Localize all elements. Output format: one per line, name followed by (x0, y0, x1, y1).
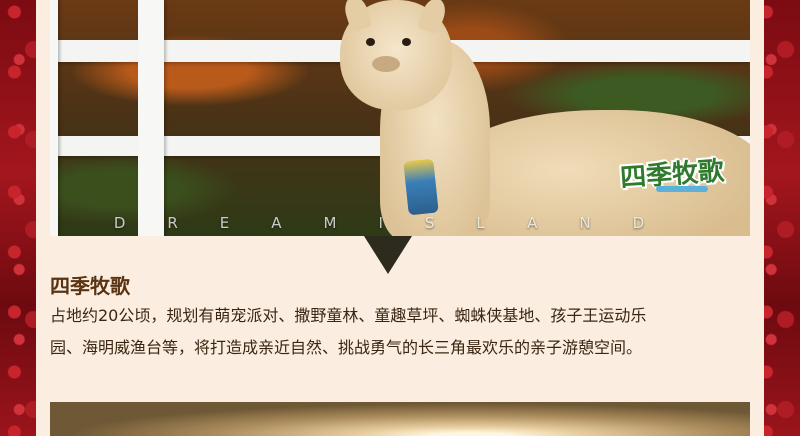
logo-underline (656, 186, 708, 192)
four-seasons-logo: 四季牧歌 (616, 150, 738, 198)
fence-post (50, 0, 58, 236)
alpaca-photo: DREAMISLAND 四季牧歌 (50, 0, 750, 236)
section-title: 四季牧歌 (50, 274, 130, 298)
attraction-card: DREAMISLAND 四季牧歌 四季牧歌 占地约20公顷，规划有萌宠派对、撒野… (36, 0, 764, 436)
fence-post (138, 0, 164, 236)
pointer-notch (364, 236, 412, 274)
description-line: 园、海明威渔台等，将打造成亲近自然、挑战勇气的长三角最欢乐的亲子游憩空间。 (50, 338, 643, 357)
alpaca-eye (402, 38, 411, 46)
photo-watermark: DREAMISLAND (113, 214, 687, 232)
alpaca-eye (366, 38, 375, 46)
section-description: 占地约20公顷，规划有萌宠派对、撒野童林、童趣草坪、蜘蛛侠基地、孩子王运动乐 园… (50, 300, 740, 364)
alpaca-tag (403, 158, 439, 216)
alpaca-nose (372, 56, 400, 72)
description-line: 占地约20公顷，规划有萌宠派对、撒野童林、童趣草坪、蜘蛛侠基地、孩子王运动乐 (50, 306, 647, 325)
next-section-photo (50, 402, 750, 436)
